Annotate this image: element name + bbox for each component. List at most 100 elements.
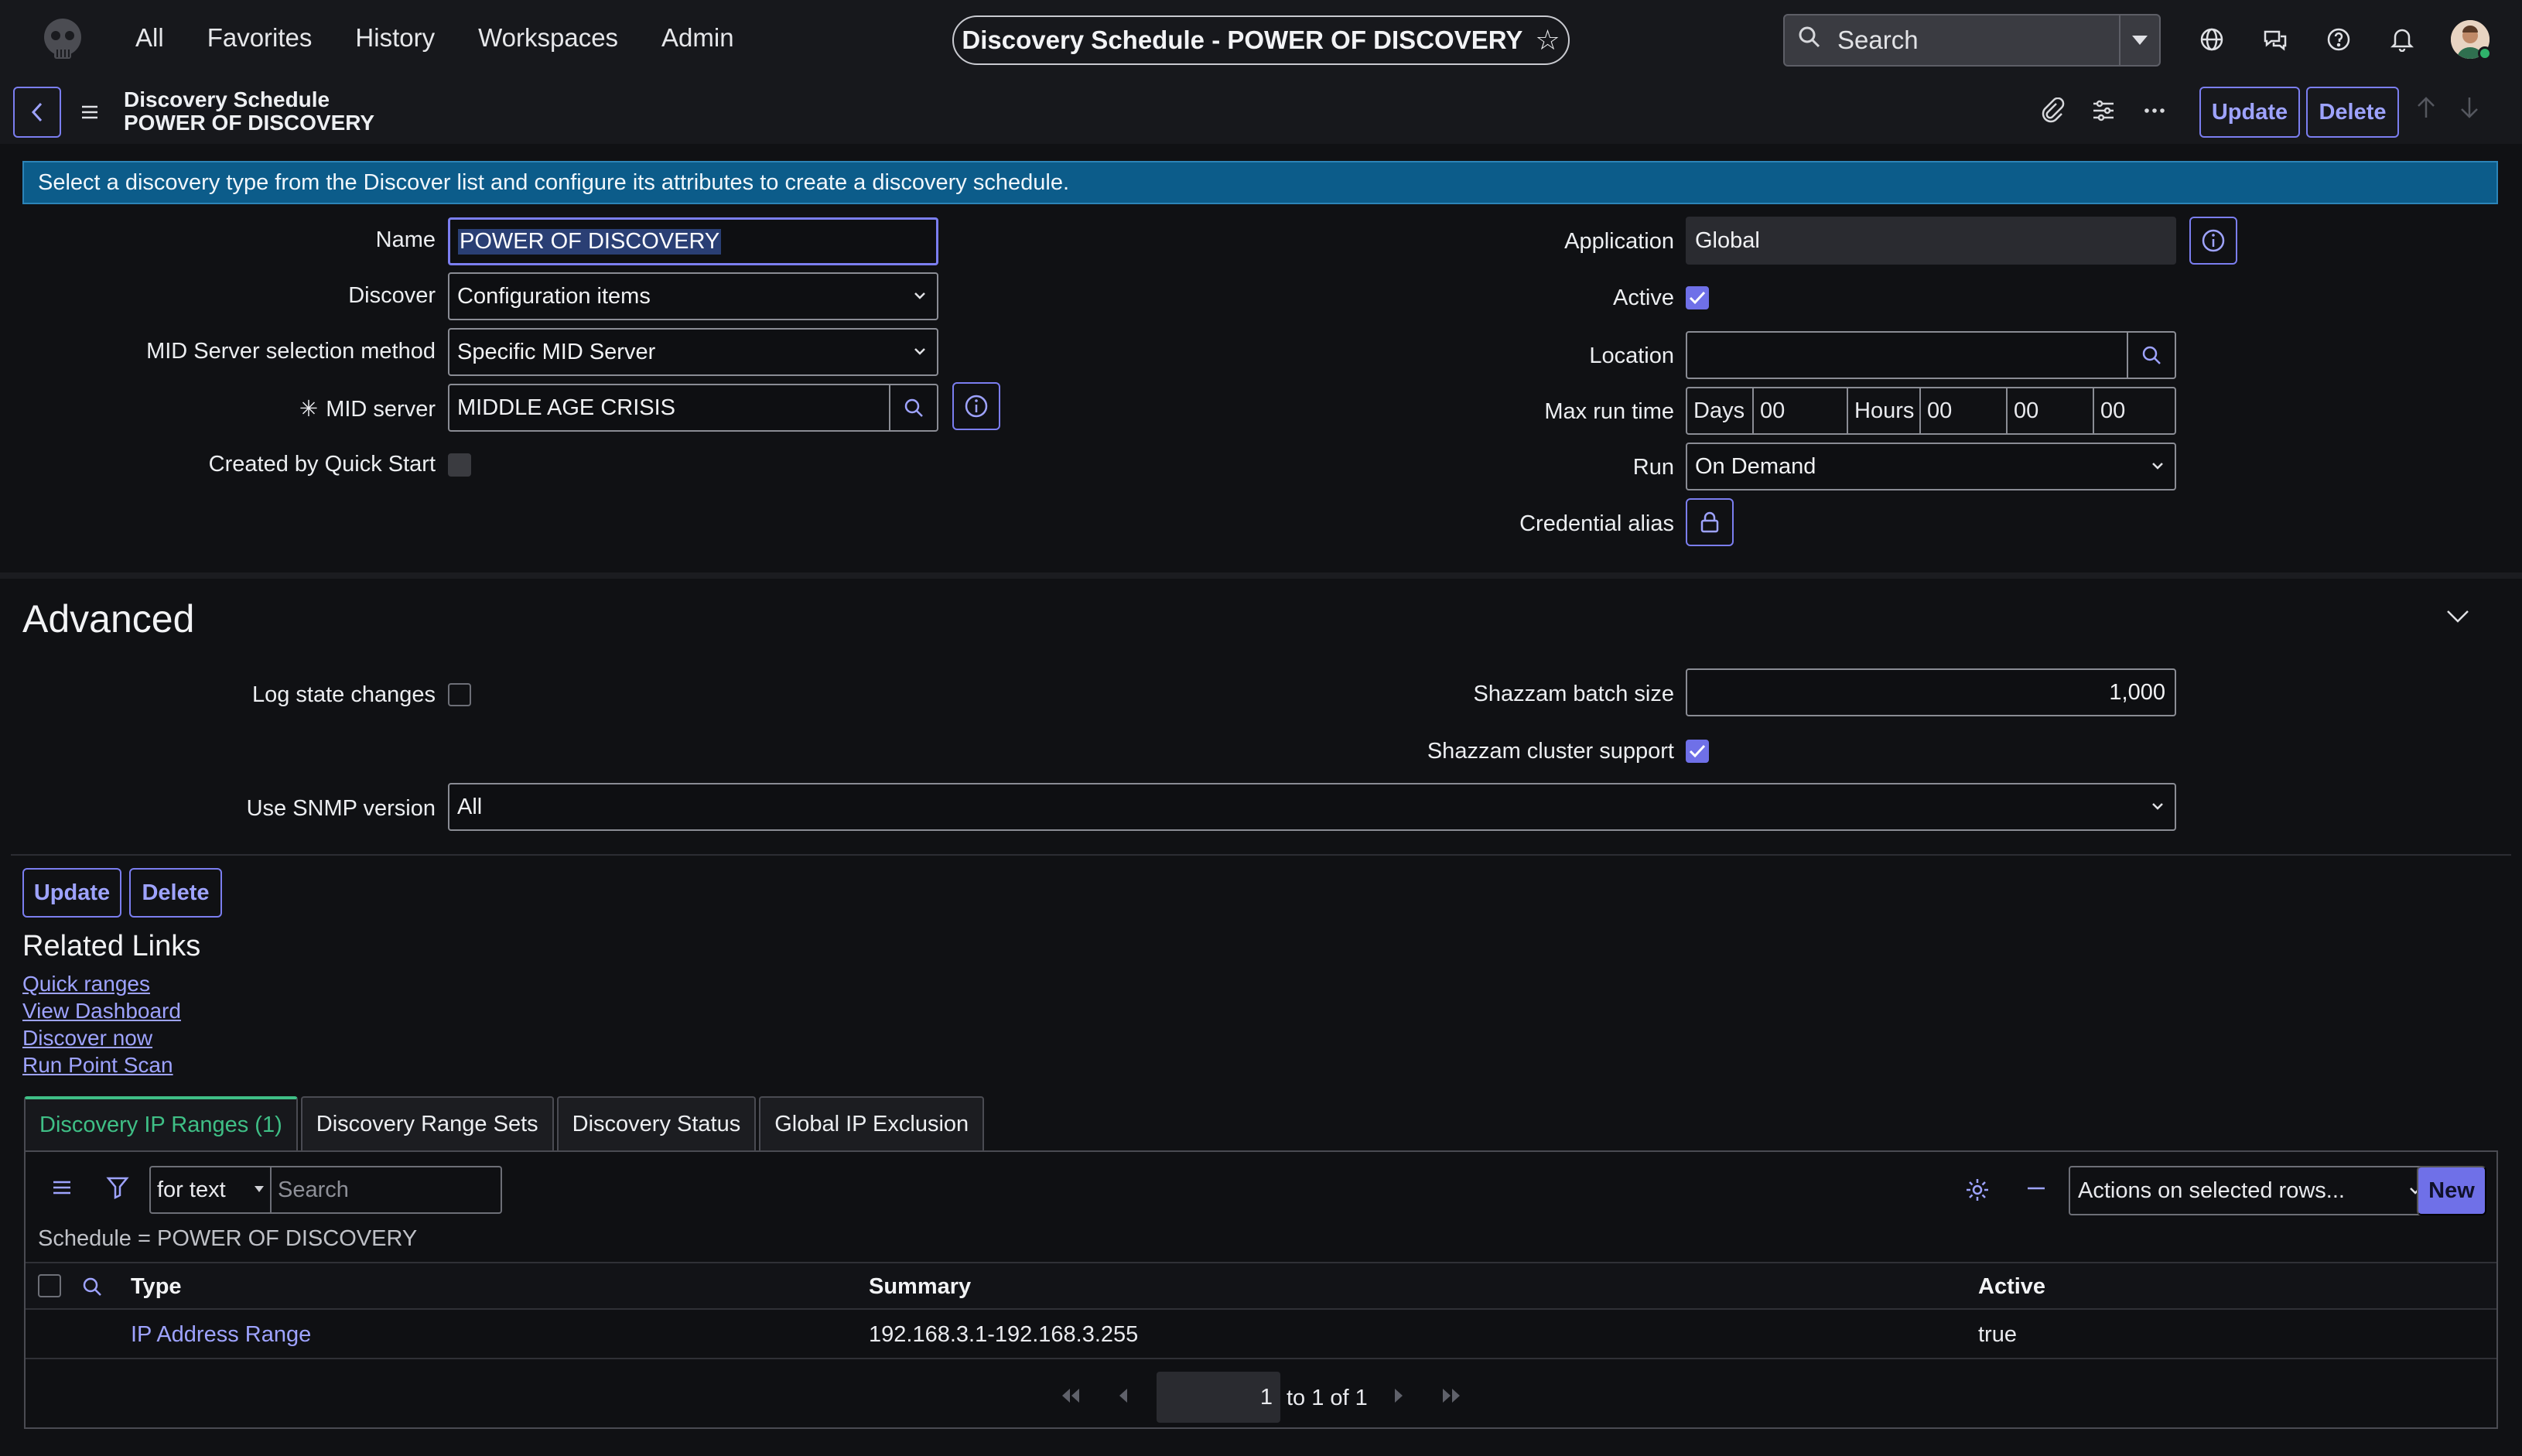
menu-workspaces[interactable]: Workspaces	[478, 23, 618, 53]
star-icon[interactable]: ☆	[1535, 24, 1560, 56]
form-header-icons	[2039, 97, 2168, 130]
list-search-input[interactable]: Search	[270, 1166, 502, 1214]
info-icon	[965, 395, 988, 418]
link-view-dashboard[interactable]: View Dashboard	[22, 1000, 181, 1022]
gear-icon[interactable]	[1964, 1177, 1991, 1209]
search-field-select-value: for text	[157, 1177, 226, 1202]
info-banner: Select a discovery type from the Discove…	[22, 161, 2498, 204]
location-lookup-button[interactable]	[2127, 331, 2175, 379]
batch-size-value: 1,000	[2109, 679, 2165, 705]
row-type-link[interactable]: IP Address Range	[131, 1322, 311, 1348]
chat-icon[interactable]	[2259, 23, 2291, 56]
arrow-down-icon[interactable]	[2459, 96, 2480, 126]
minutes-input[interactable]: 00	[2008, 388, 2094, 433]
mid-server-info-button[interactable]	[952, 382, 1000, 430]
link-run-point-scan[interactable]: Run Point Scan	[22, 1054, 181, 1076]
logo-icon[interactable]	[37, 14, 88, 65]
select-all-checkbox[interactable]	[38, 1274, 61, 1297]
lock-icon	[1700, 511, 1719, 533]
column-header-active[interactable]: Active	[1978, 1274, 2045, 1300]
arrow-up-icon[interactable]	[2415, 96, 2437, 126]
mid-server-lookup-button[interactable]	[889, 384, 937, 432]
previous-page-icon[interactable]	[1116, 1386, 1129, 1410]
search-dropdown-button[interactable]	[2119, 15, 2159, 65]
first-page-icon[interactable]	[1059, 1386, 1081, 1410]
cluster-support-checkbox[interactable]	[1686, 740, 1709, 763]
tab-global-ip-exclusion[interactable]: Global IP Exclusion	[759, 1096, 985, 1150]
log-state-checkbox[interactable]	[448, 683, 471, 706]
menu-history[interactable]: History	[355, 23, 435, 53]
more-options-icon[interactable]	[2141, 97, 2168, 130]
form-title: Discovery Schedule POWER OF DISCOVERY	[124, 88, 374, 135]
menu-admin[interactable]: Admin	[661, 23, 734, 53]
seconds-input[interactable]: 00	[2094, 388, 2175, 433]
personalize-icon[interactable]	[2090, 97, 2117, 130]
header-delete-button[interactable]: Delete	[2306, 87, 2399, 138]
active-checkbox[interactable]	[1686, 286, 1709, 309]
menu-all[interactable]: All	[135, 23, 164, 53]
back-button[interactable]	[13, 87, 61, 138]
column-header-summary[interactable]: Summary	[869, 1274, 971, 1300]
credential-lock-button[interactable]	[1686, 498, 1734, 546]
search-input[interactable]: Search	[1837, 26, 2119, 55]
column-header-type[interactable]: Type	[131, 1274, 182, 1300]
tab-discovery-ip-ranges[interactable]: Discovery IP Ranges (1)	[24, 1096, 298, 1150]
record-title-pill[interactable]: Discovery Schedule - POWER OF DISCOVERY …	[952, 15, 1570, 65]
chevron-down-icon[interactable]	[2445, 607, 2471, 632]
main-menu: All Favorites History Workspaces Admin	[135, 23, 734, 53]
link-discover-now[interactable]: Discover now	[22, 1027, 181, 1049]
log-state-label: Log state changes	[251, 682, 436, 707]
application-info-button[interactable]	[2189, 217, 2237, 265]
mid-method-select[interactable]: Specific MID Server	[448, 328, 938, 376]
filter-icon[interactable]	[106, 1175, 129, 1206]
days-input[interactable]: 00	[1754, 388, 1848, 433]
top-icons	[2196, 23, 2418, 56]
discover-select[interactable]: Configuration items	[448, 272, 938, 320]
column-search-icon[interactable]	[81, 1276, 103, 1304]
tab-discovery-status[interactable]: Discovery Status	[556, 1096, 757, 1150]
hours-input[interactable]: 00	[1921, 388, 2008, 433]
global-search[interactable]: Search	[1783, 14, 2161, 67]
name-field[interactable]: POWER OF DISCOVERY	[448, 217, 938, 265]
bell-icon[interactable]	[2386, 23, 2418, 56]
snmp-select[interactable]: All	[448, 783, 2176, 831]
page-number-input[interactable]: 1	[1157, 1372, 1280, 1423]
row-active: true	[1978, 1322, 2017, 1347]
new-button[interactable]: New	[2417, 1166, 2486, 1215]
pagination: 1 to 1 of 1	[26, 1369, 2496, 1423]
globe-icon[interactable]	[2196, 23, 2228, 56]
paperclip-icon[interactable]	[2039, 97, 2066, 130]
delete-button[interactable]: Delete	[129, 868, 222, 918]
help-icon[interactable]	[2322, 23, 2355, 56]
last-page-icon[interactable]	[1441, 1386, 1463, 1410]
batch-size-field[interactable]: 1,000	[1686, 668, 2176, 716]
header-update-button[interactable]: Update	[2199, 87, 2300, 138]
table-header: Type Summary Active	[26, 1262, 2496, 1310]
link-quick-ranges[interactable]: Quick ranges	[22, 972, 181, 995]
list-menu-icon[interactable]	[52, 1177, 72, 1202]
update-button[interactable]: Update	[22, 868, 121, 918]
search-field-select[interactable]: for text	[149, 1166, 270, 1214]
chevron-left-icon	[31, 102, 43, 122]
quickstart-checkbox	[448, 453, 471, 477]
collapse-icon[interactable]	[2025, 1177, 2048, 1206]
discover-select-value: Configuration items	[457, 283, 651, 309]
mid-method-select-value: Specific MID Server	[457, 339, 656, 364]
name-field-value: POWER OF DISCOVERY	[458, 228, 722, 255]
days-label: Days	[1687, 388, 1754, 433]
next-page-icon[interactable]	[1393, 1386, 1406, 1410]
run-select[interactable]: On Demand	[1686, 443, 2176, 490]
record-navigation	[2415, 96, 2480, 126]
discover-label: Discover	[348, 283, 436, 308]
form-context-menu-icon[interactable]	[80, 101, 99, 126]
search-icon	[1797, 25, 1828, 56]
top-navigation: All Favorites History Workspaces Admin D…	[0, 0, 2522, 79]
mid-server-field[interactable]: MIDDLE AGE CRISIS	[448, 384, 938, 432]
tab-discovery-range-sets[interactable]: Discovery Range Sets	[300, 1096, 554, 1150]
required-asterisk-icon: ✳	[299, 397, 319, 422]
list-breadcrumb[interactable]: Schedule = POWER OF DISCOVERY	[38, 1226, 417, 1252]
actions-select[interactable]: Actions on selected rows...	[2069, 1166, 2434, 1215]
menu-favorites[interactable]: Favorites	[207, 23, 313, 53]
search-icon	[2142, 346, 2161, 364]
location-field[interactable]	[1686, 331, 2176, 379]
